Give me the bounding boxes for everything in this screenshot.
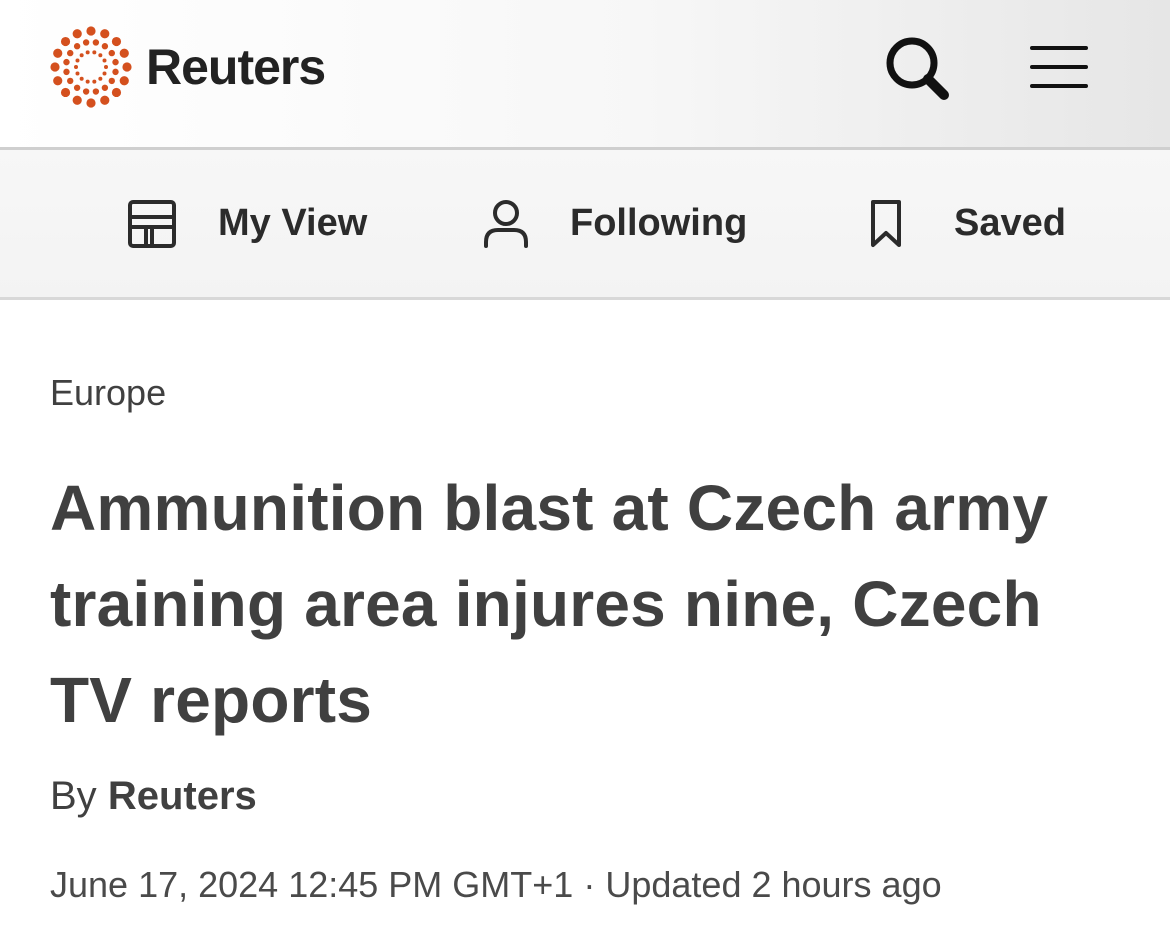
logo-dot xyxy=(102,58,107,63)
published-date: June 17, 2024 12:45 PM GMT+1 xyxy=(50,864,574,905)
logo-dot xyxy=(100,29,110,39)
logo-dot xyxy=(73,43,81,50)
logo-dot xyxy=(111,87,122,98)
logo-dot xyxy=(112,68,119,76)
dateline: June 17, 2024 12:45 PM GMT+1 · Updated 2… xyxy=(50,864,942,906)
logo-dot xyxy=(63,58,70,66)
byline-author-link[interactable]: Reuters xyxy=(108,774,257,818)
byline-prefix: By xyxy=(50,774,97,818)
hamburger-menu-icon[interactable] xyxy=(1028,40,1090,94)
logo-dot xyxy=(75,71,80,76)
reuters-logo-icon xyxy=(50,26,132,108)
section-link-europe[interactable]: Europe xyxy=(50,372,166,414)
logo-dot xyxy=(98,53,103,58)
article-headline: Ammunition blast at Czech army training … xyxy=(50,472,1049,736)
top-header: Reuters xyxy=(0,0,1170,150)
logo-dot xyxy=(100,95,110,105)
byline: By Reuters xyxy=(50,774,257,819)
logo-dot xyxy=(72,95,82,105)
logo-dot xyxy=(92,88,100,95)
search-icon[interactable] xyxy=(880,32,954,106)
logo-dot xyxy=(112,58,119,66)
logo-dot xyxy=(60,87,71,98)
logo-dot xyxy=(86,98,96,108)
logo-dot xyxy=(92,39,100,46)
bookmark-icon xyxy=(871,199,901,247)
logo-dot xyxy=(79,53,84,58)
logo-dot xyxy=(67,49,74,57)
logo-dot xyxy=(101,84,109,91)
logo-dot xyxy=(119,76,129,86)
logo-dot xyxy=(111,36,122,47)
logo-dot xyxy=(63,68,70,76)
logo-dot xyxy=(60,36,71,47)
logo-dot xyxy=(108,49,115,57)
logo-dot xyxy=(98,76,103,81)
logo-text: Reuters xyxy=(146,39,326,95)
logo-dot xyxy=(53,76,63,86)
nav-item-my-view[interactable]: My View xyxy=(126,150,367,297)
logo-dot xyxy=(82,88,90,95)
logo-dot xyxy=(101,43,109,50)
logo-dot xyxy=(50,62,60,72)
logo-dot xyxy=(102,71,107,76)
logo-dot xyxy=(75,58,80,63)
logo-dot xyxy=(53,48,63,58)
updated-time: Updated 2 hours ago xyxy=(605,864,942,905)
nav-item-saved[interactable]: Saved xyxy=(868,150,1066,297)
nav-label-following: Following xyxy=(570,202,748,244)
logo-dot xyxy=(119,48,129,58)
logo-dot xyxy=(67,77,74,85)
logo-dot xyxy=(85,79,90,84)
person-icon xyxy=(484,199,528,248)
layout-icon xyxy=(128,199,176,248)
logo-dot xyxy=(122,62,132,72)
logo-dot xyxy=(74,65,78,69)
logo-dot xyxy=(73,84,81,91)
nav-item-following[interactable]: Following xyxy=(482,150,747,297)
logo-dot xyxy=(82,39,90,46)
dateline-separator: · xyxy=(583,864,596,905)
user-nav-bar: My View Following Saved xyxy=(0,150,1170,300)
logo-dot xyxy=(72,29,82,39)
logo-dot xyxy=(79,76,84,81)
reuters-logo[interactable]: Reuters xyxy=(48,22,326,112)
logo-dot xyxy=(92,50,97,55)
logo-dot xyxy=(85,50,90,55)
nav-label-my-view: My View xyxy=(218,202,368,244)
logo-dot xyxy=(86,26,96,36)
logo-dot xyxy=(104,65,108,69)
nav-label-saved: Saved xyxy=(954,202,1066,244)
logo-dot xyxy=(108,77,115,85)
logo-dot xyxy=(92,79,97,84)
